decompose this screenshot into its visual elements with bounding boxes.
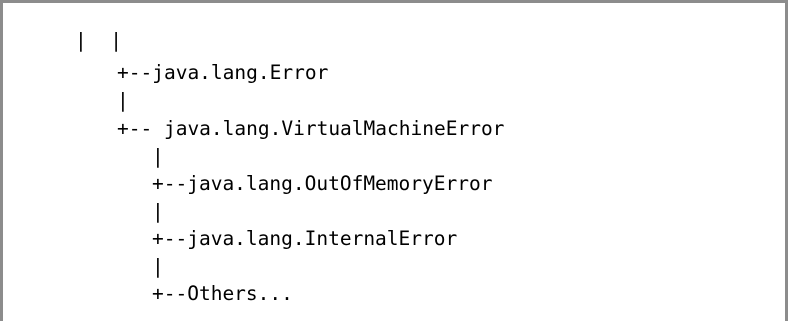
code-line-9: | bbox=[152, 255, 164, 278]
code-line-2: +--java.lang.Error bbox=[117, 61, 329, 84]
code-line-4: +-- java.lang.VirtualMachineError bbox=[117, 117, 505, 140]
code-block-frame: | | +--java.lang.Error | +-- java.lang.V… bbox=[0, 0, 788, 321]
code-line-8: +--java.lang.InternalError bbox=[152, 227, 458, 250]
code-line-1: | | bbox=[75, 29, 122, 52]
code-line-7: | bbox=[152, 200, 164, 223]
code-line-10: +--Others... bbox=[152, 282, 293, 305]
code-line-6: +--java.lang.OutOfMemoryError bbox=[152, 172, 493, 195]
code-line-3: | bbox=[117, 89, 129, 112]
code-line-5: | bbox=[152, 145, 164, 168]
